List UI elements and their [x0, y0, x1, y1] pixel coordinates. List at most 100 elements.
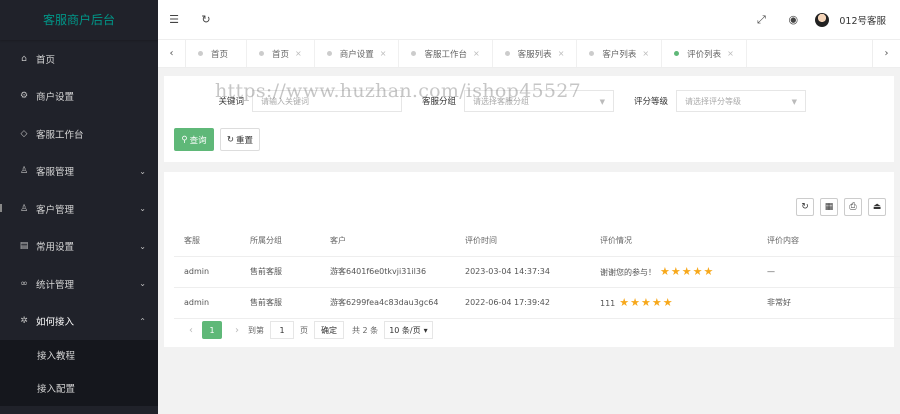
- user-menu[interactable]: 012号客服: [815, 12, 900, 27]
- tab-0[interactable]: 首页: [186, 40, 248, 67]
- sidebar-item-5[interactable]: ▤ 常用设置 ⌄: [0, 228, 158, 266]
- tab-1[interactable]: 首页 ×: [247, 40, 315, 67]
- sidebar-subitem-config[interactable]: 接入配置: [0, 373, 158, 406]
- sidebar-item-1[interactable]: ⚙ 商户设置: [0, 78, 158, 116]
- sidebar-subitem-tutorial[interactable]: 接入教程: [0, 340, 158, 373]
- tab-scroll-left-icon[interactable]: ‹: [158, 40, 186, 67]
- chevron-down-icon: ▾: [423, 325, 428, 335]
- top-header: ☰ ↻ ⤢ ◉ 012号客服: [158, 0, 900, 40]
- close-icon[interactable]: ×: [727, 49, 734, 58]
- sidebar-item-icon: ⚙: [19, 91, 29, 102]
- current-page[interactable]: 1: [202, 321, 222, 339]
- sidebar-item-label: 客服工作台: [36, 129, 84, 141]
- query-button[interactable]: ⚲ 查询: [174, 128, 214, 151]
- tab-label: 客户列表: [602, 49, 637, 60]
- tab-status-dot: [504, 51, 510, 56]
- chevron-icon: ⌃: [139, 316, 146, 326]
- sidebar-item-2[interactable]: ◇ 客服工作台: [0, 115, 158, 153]
- tab-4[interactable]: 客服列表 ×: [493, 40, 578, 67]
- chevron-icon: ⌄: [139, 204, 146, 214]
- query-button-label: 查询: [189, 135, 207, 146]
- goto-page-input[interactable]: 1: [270, 321, 294, 339]
- tab-status-dot: [589, 51, 595, 56]
- page-size-select[interactable]: 10 条/页 ▾: [384, 321, 433, 339]
- tab-2[interactable]: 商户设置 ×: [315, 40, 400, 67]
- search-icon: ⚲: [181, 134, 188, 145]
- close-icon[interactable]: ×: [642, 49, 649, 58]
- sidebar-item-6[interactable]: ∞ 统计管理 ⌄: [0, 265, 158, 303]
- menu-toggle-icon[interactable]: ☰: [158, 13, 190, 26]
- chevron-icon: ⌄: [139, 166, 146, 176]
- cell-agent: admin: [174, 287, 240, 319]
- app-logo[interactable]: 客服商户后台: [0, 0, 158, 40]
- col-header-group: 所属分组: [240, 225, 320, 257]
- sidebar-edge-handle[interactable]: [0, 204, 2, 212]
- sidebar-item-icon: ⌂: [21, 53, 27, 64]
- star-rating-icon: ★★★★★: [619, 296, 674, 309]
- table-row[interactable]: admin 售前客服 游客6299fea4c83dau3gc64 2022-06…: [174, 287, 900, 319]
- chevron-icon: ⌄: [139, 241, 146, 251]
- reset-button[interactable]: ↻ 重置: [220, 128, 260, 151]
- next-page-icon[interactable]: ›: [230, 325, 244, 336]
- close-icon[interactable]: ×: [558, 49, 565, 58]
- tab-bar: ‹ 首页 首页 × 商户设置 × 客服工作台 × 客服列表 × 客户列表 × 评价列表 × ›: [158, 40, 900, 68]
- columns-icon[interactable]: ▦: [820, 198, 838, 216]
- chevron-down-icon: ▼: [791, 98, 797, 106]
- print-icon[interactable]: ⎙: [844, 198, 862, 216]
- tab-3[interactable]: 客服工作台 ×: [399, 40, 493, 67]
- main-content: 关键词 请输入关键词 客服分组 请选择客服分组 ▼ 评分等级 请选择评分等级 ▼…: [158, 68, 900, 414]
- search-panel: 关键词 请输入关键词 客服分组 请选择客服分组 ▼ 评分等级 请选择评分等级 ▼…: [164, 76, 894, 162]
- tab-5[interactable]: 客户列表 ×: [577, 40, 663, 67]
- tab-status-dot: [259, 51, 265, 56]
- tab-label: 客服列表: [517, 49, 552, 60]
- refresh-icon[interactable]: ↻: [796, 198, 814, 216]
- username: 012号客服: [839, 15, 886, 27]
- globe-icon[interactable]: ◉: [777, 13, 809, 26]
- sidebar-item-3[interactable]: ♙ 客服管理 ⌄: [0, 153, 158, 191]
- tab-6[interactable]: 评价列表 ×: [662, 40, 747, 67]
- group-label: 客服分组: [421, 97, 456, 107]
- col-header-agent: 客服: [174, 225, 240, 257]
- rating-text: 111: [600, 299, 616, 308]
- table-toolbar: ↻ ▦ ⎙ ⏏: [796, 198, 886, 216]
- sidebar-item-label: 客户管理: [36, 204, 75, 216]
- sidebar-item-label: 客服管理: [36, 167, 75, 179]
- col-header-time: 评价时间: [455, 225, 590, 257]
- fullscreen-icon[interactable]: ⤢: [745, 13, 777, 27]
- tab-label: 客服工作台: [424, 49, 467, 60]
- chevron-icon: ⌄: [139, 279, 146, 289]
- close-icon[interactable]: ×: [380, 49, 387, 58]
- sidebar-item-icon: ✲: [20, 316, 28, 327]
- sidebar-item-4[interactable]: ♙ 客户管理 ⌄: [0, 190, 158, 228]
- export-icon[interactable]: ⏏: [868, 198, 886, 216]
- prev-page-icon[interactable]: ‹: [184, 325, 198, 336]
- close-icon[interactable]: ×: [295, 49, 302, 58]
- goto-confirm-button[interactable]: 确定: [314, 321, 344, 339]
- close-icon[interactable]: ×: [473, 49, 480, 58]
- reset-button-label: 重置: [236, 135, 254, 146]
- level-select[interactable]: 请选择评分等级 ▼: [676, 90, 806, 112]
- page-size-value: 10 条/页: [389, 325, 421, 335]
- goto-label: 到第: [248, 325, 264, 335]
- reset-icon: ↻: [226, 134, 235, 145]
- cell-customer: 游客6401f6e0tkvji31il36: [320, 256, 455, 288]
- tab-scroll-right-icon[interactable]: ›: [872, 40, 900, 67]
- refresh-icon[interactable]: ↻: [190, 13, 222, 26]
- sidebar-item-icon: ♙: [19, 203, 29, 214]
- cell-group: 售前客服: [240, 256, 320, 288]
- pagination: ‹ 1 › 到第 1 页 确定 共 2 条 10 条/页 ▾: [184, 321, 433, 339]
- col-header-rating: 评价情况: [590, 225, 757, 257]
- level-label: 评分等级: [633, 97, 668, 107]
- sidebar-item-0[interactable]: ⌂ 首页: [0, 40, 158, 78]
- sidebar-item-label: 常用设置: [36, 242, 75, 254]
- table-row[interactable]: admin 售前客服 游客6401f6e0tkvji31il36 2023-03…: [174, 256, 900, 288]
- rating-text: 谢谢您的参与！: [600, 268, 656, 277]
- group-select[interactable]: 请选择客服分组 ▼: [464, 90, 614, 112]
- star-rating-icon: ★★★★★: [660, 265, 715, 278]
- tab-status-dot: [411, 51, 417, 56]
- cell-group: 售前客服: [240, 287, 320, 319]
- cell-rating: 谢谢您的参与！ ★★★★★: [590, 256, 757, 288]
- chevron-down-icon: ▼: [599, 98, 605, 106]
- keyword-input[interactable]: 请输入关键词: [252, 90, 402, 112]
- sidebar-item-7[interactable]: ✲ 如何接入 ⌃: [0, 303, 158, 341]
